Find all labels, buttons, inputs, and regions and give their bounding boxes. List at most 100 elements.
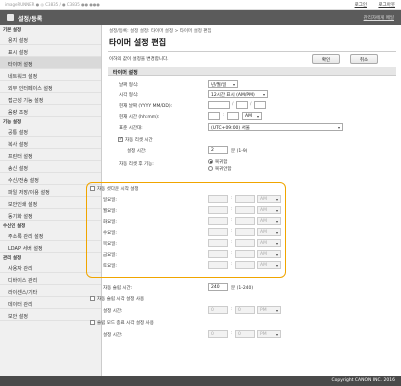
weekday-hour-input[interactable] [208, 195, 228, 203]
weekday-ampm-select[interactable]: AM ▾ [257, 228, 281, 236]
weekday-hour-input[interactable] [208, 228, 228, 236]
month-input[interactable] [236, 101, 248, 109]
chevron-down-icon: ▾ [256, 114, 259, 119]
hour-input[interactable] [208, 112, 220, 120]
weekday-minute-input[interactable] [235, 261, 255, 269]
auto-reset-checkbox[interactable]: ✓ [118, 137, 123, 142]
sidebar-item-common[interactable]: 공통 설정 [0, 125, 101, 137]
copyright: Copyright CANON INC. 2016 [331, 378, 396, 383]
weekday-hour-input[interactable] [208, 250, 228, 258]
sidebar-section-header: 기능 설정 [3, 119, 22, 125]
weekday-ampm-select[interactable]: AM ▾ [257, 261, 281, 269]
weekday-minute-input[interactable] [235, 217, 255, 225]
return-radio-label: 복귀함 [215, 160, 228, 165]
chevron-down-icon: ▾ [275, 219, 278, 224]
auto-reset-input[interactable]: 2 [208, 146, 228, 154]
weekday-hour-input[interactable] [208, 206, 228, 214]
timezone-select[interactable]: (UTC+09:00) 서울 ▾ [208, 123, 343, 131]
return-radio[interactable] [208, 159, 213, 164]
breadcrumb: 설정/등록: 설정 설정: 타이머 설정 > 타이머 설정 편집 [109, 29, 212, 34]
wake-hour-input[interactable]: 0 [208, 330, 228, 338]
time-format-select[interactable]: 12시간 표시 (AM/PM) ▾ [208, 90, 268, 98]
weekday-label: 수요일: [103, 231, 117, 236]
sleep-minute-input[interactable]: 0 [235, 306, 255, 314]
chevron-down-icon: ▾ [337, 125, 340, 130]
weekday-label: 금요일: [103, 253, 117, 258]
sidebar-item-receive[interactable]: 수신/전송 설정 [0, 173, 101, 185]
date-format-select[interactable]: 년/월/일 ▾ [208, 80, 238, 88]
page-title: 타이머 설정 편집 [109, 38, 167, 47]
weekday-label: 토요일: [103, 264, 117, 269]
divider [108, 51, 396, 52]
weekday-minute-input[interactable] [235, 239, 255, 247]
chevron-down-icon: ▾ [275, 230, 278, 235]
sidebar-item-accessibility[interactable]: 접근성 기능 설정 [0, 93, 101, 105]
sidebar-item-paper[interactable]: 용지 설정 [0, 33, 101, 45]
top-bar: imageRUNNER ● ◎ C3835 / ● C3835 ●● ●●● 로… [0, 0, 401, 10]
sidebar-item-volume[interactable]: 음량 조정 [0, 105, 101, 117]
time-separator: : [223, 113, 225, 118]
sleep-time-label: 자동 슬립 시각 설정 사용 [97, 297, 145, 302]
weekday-minute-input[interactable] [235, 250, 255, 258]
sidebar-item-printer[interactable]: 프린터 설정 [0, 149, 101, 161]
time-separator: : [231, 331, 233, 336]
weekday-ampm-select[interactable]: AM ▾ [257, 250, 281, 258]
weekday-minute-input[interactable] [235, 195, 255, 203]
time-separator: : [231, 240, 233, 245]
weekday-hour-input[interactable] [208, 261, 228, 269]
timezone-label: 표준 시간대: [119, 126, 143, 131]
settings-icon [7, 14, 14, 21]
logout-link[interactable]: 로그아웃 [378, 3, 395, 8]
chevron-down-icon: ▾ [262, 92, 265, 97]
mail-admin-link[interactable]: 관리자에게 메일 [364, 15, 394, 21]
auto-reset-unit: 분 (1-9) [231, 149, 248, 154]
auto-sleep-input[interactable]: 240 [208, 283, 228, 291]
ampm-select[interactable]: AM ▾ [242, 112, 262, 120]
section-header: 타이머 설정 [108, 67, 396, 76]
minute-input[interactable] [227, 112, 239, 120]
sidebar-item-display[interactable]: 표시 설정 [0, 45, 101, 57]
ok-button[interactable]: 확인 [312, 54, 340, 64]
weekday-ampm-select[interactable]: AM ▾ [257, 195, 281, 203]
weekday-hour-input[interactable] [208, 239, 228, 247]
current-time-label: 현재 시간 (hh:mm): [119, 115, 160, 120]
intro-text: 이하의 값이 설정을 변경합니다. [109, 57, 169, 62]
weekday-ampm-select[interactable]: AM ▾ [257, 239, 281, 247]
weekly-timer-checkbox[interactable] [90, 186, 95, 191]
sidebar-item-data[interactable]: 데이터 관리 [0, 297, 101, 309]
date-separator: / [250, 102, 252, 107]
sidebar-item-license[interactable]: 라이센스/기타 [0, 285, 101, 297]
sidebar-item-copy[interactable]: 복사 설정 [0, 137, 101, 149]
sidebar-item-send[interactable]: 송신 설정 [0, 161, 101, 173]
weekday-label: 화요일: [103, 220, 117, 225]
wake-ampm-select[interactable]: PM ▾ [257, 330, 281, 338]
sleep-ampm-select[interactable]: PM ▾ [257, 306, 281, 314]
sleep-time-checkbox[interactable] [90, 296, 95, 301]
weekday-hour-input[interactable] [208, 217, 228, 225]
chevron-down-icon: ▾ [275, 197, 278, 202]
main-content: 설정/등록: 설정 설정: 타이머 설정 > 타이머 설정 편집 타이머 설정 … [86, 25, 397, 376]
wake-time-checkbox[interactable] [90, 320, 95, 325]
no-return-radio[interactable] [208, 166, 213, 171]
login-link[interactable]: 로그인 [355, 3, 367, 8]
sidebar-item-interface[interactable]: 외부 인터페이스 설정 [0, 81, 101, 93]
time-separator: : [231, 262, 233, 267]
weekday-minute-input[interactable] [235, 206, 255, 214]
sleep-hour-input[interactable]: 0 [208, 306, 228, 314]
time-separator: : [231, 218, 233, 223]
weekday-label: 월요일: [103, 209, 117, 214]
time-separator: : [231, 307, 233, 312]
auto-reset-label: 자동 리셋 시간 [125, 138, 153, 143]
weekday-ampm-select[interactable]: AM ▾ [257, 206, 281, 214]
wake-minute-input[interactable]: 0 [235, 330, 255, 338]
weekday-minute-input[interactable] [235, 228, 255, 236]
footer: Copyright CANON INC. 2016 [0, 376, 401, 386]
weekday-ampm-select[interactable]: AM ▾ [257, 217, 281, 225]
cancel-button[interactable]: 취소 [350, 54, 378, 64]
current-date-label: 현재 날짜 (YYYY MM/DD): [119, 104, 173, 109]
day-input[interactable] [254, 101, 266, 109]
sidebar-item-network[interactable]: 네트워크 설정 [0, 69, 101, 81]
sidebar-item-timer[interactable]: 타이머 설정 [0, 57, 101, 69]
year-input[interactable] [208, 101, 230, 109]
sidebar-item-security[interactable]: 보안 설정 [0, 309, 101, 321]
